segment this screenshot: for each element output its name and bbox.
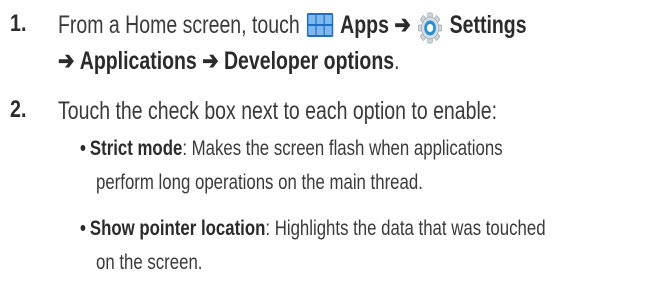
option-description-continued: on the screen.	[96, 251, 203, 274]
settings-label: Settings	[449, 11, 527, 39]
option-description: : Makes the screen flash when applicatio…	[182, 137, 503, 160]
applications-label: Applications	[79, 47, 197, 75]
developer-options-label: Developer options	[223, 47, 395, 75]
step-number: 2.	[10, 96, 27, 123]
step-number: 1.	[10, 10, 27, 37]
step-1-prefix-text: From a Home screen, touch	[58, 11, 300, 39]
option-term: Strict mode	[89, 137, 183, 160]
option-show-pointer-location: • Show pointer location: Highlights the d…	[80, 216, 546, 242]
option-term: Show pointer location	[89, 217, 266, 240]
arrow-icon: ➔	[394, 11, 411, 39]
apps-label: Apps	[340, 11, 389, 39]
option-strict-mode: • Strict mode: Makes the screen flash whe…	[80, 136, 503, 162]
step-1-line-2: ➔ Applications ➔ Developer options.	[58, 46, 400, 76]
bullet: •	[80, 137, 86, 160]
instruction-document: 1. From a Home screen, touch Apps ➔ Sett…	[0, 0, 667, 294]
period-text: .	[394, 47, 400, 75]
arrow-icon: ➔	[58, 47, 75, 75]
option-description-continued: perform long operations on the main thre…	[96, 171, 423, 194]
arrow-icon: ➔	[202, 47, 219, 75]
step-1-line-1: From a Home screen, touch Apps ➔ Setting…	[58, 10, 527, 44]
apps-grid-icon	[306, 13, 334, 44]
settings-gear-icon	[418, 12, 443, 44]
step-2-instruction: Touch the check box next to each option …	[58, 97, 498, 125]
option-description: : Highlights the data that was touched	[265, 217, 546, 240]
bullet: •	[80, 217, 86, 240]
